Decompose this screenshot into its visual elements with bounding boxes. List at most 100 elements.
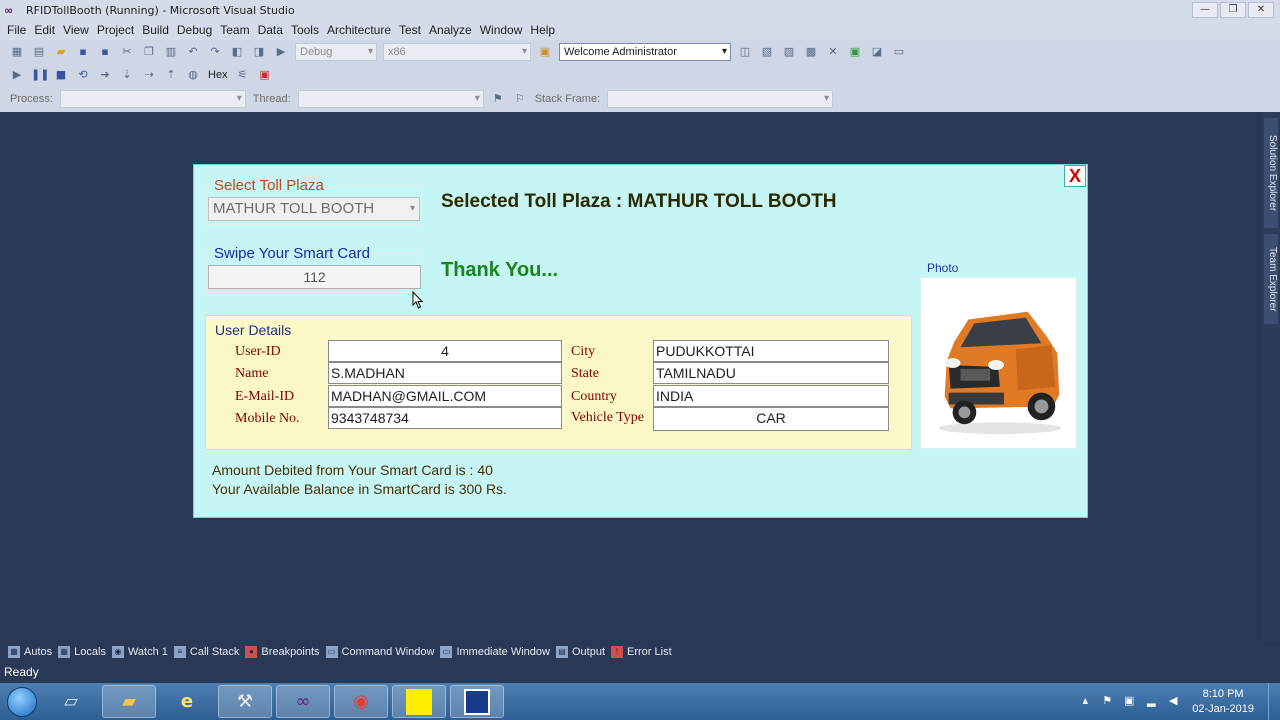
action-center-icon[interactable]: ⚑ [1099, 694, 1115, 710]
blue-app-icon [464, 688, 490, 715]
menu-window[interactable]: Window [479, 23, 530, 37]
taskbar-chrome-icon[interactable]: ◉ [334, 685, 388, 718]
output-icon[interactable]: ▣ [257, 67, 273, 83]
close-window-button[interactable]: ✕ [1248, 2, 1274, 18]
minimize-button[interactable]: — [1192, 2, 1218, 18]
menu-edit[interactable]: Edit [33, 23, 62, 37]
step-out-icon[interactable]: ⇡ [163, 67, 179, 83]
menu-tools[interactable]: Tools [290, 23, 326, 37]
toolbox-icon[interactable]: ▩ [803, 44, 819, 60]
team-icon[interactable]: ◪ [869, 44, 885, 60]
stop-icon[interactable]: ■ [53, 67, 69, 83]
hex-toggle[interactable]: Hex [208, 69, 228, 81]
new-project-icon[interactable]: ▦ [9, 44, 25, 60]
continue-icon[interactable]: ▶ [9, 67, 25, 83]
redo-icon[interactable]: ↷ [207, 44, 223, 60]
taskbar-visual-studio-icon[interactable]: ∞ [276, 685, 330, 718]
window-icon[interactable]: ▭ [891, 44, 907, 60]
menu-debug[interactable]: Debug [176, 23, 219, 37]
smart-card-input[interactable]: 112 [208, 265, 421, 289]
volume-icon[interactable]: ◀ [1165, 694, 1181, 710]
tab-breakpoints[interactable]: ● Breakpoints [245, 646, 320, 658]
menu-view[interactable]: View [62, 23, 96, 37]
close-icon[interactable]: X [1064, 165, 1086, 187]
restore-button[interactable]: ❐ [1220, 2, 1246, 18]
extension-icon[interactable]: ▣ [847, 44, 863, 60]
navigate-forward-icon[interactable]: ◨ [251, 44, 267, 60]
menu-analyze[interactable]: Analyze [428, 23, 479, 37]
taskbar-tool-icon[interactable]: ⚒ [218, 685, 272, 718]
tab-error-list[interactable]: ! Error List [611, 646, 672, 658]
save-all-icon[interactable]: ▪ [97, 44, 113, 60]
menu-architecture[interactable]: Architecture [326, 23, 398, 37]
call-stack-icon: ≡ [173, 646, 186, 658]
menu-team[interactable]: Team [219, 23, 256, 37]
menu-help[interactable]: Help [529, 23, 562, 37]
process-dropdown[interactable] [59, 90, 246, 108]
taskbar-ie-icon[interactable]: e [160, 685, 214, 718]
navigate-back-icon[interactable]: ◧ [229, 44, 245, 60]
menu-test[interactable]: Test [398, 23, 428, 37]
vs-infinity-icon: ∞ [4, 3, 14, 17]
menu-file[interactable]: File [6, 23, 33, 37]
pause-icon[interactable]: ❚❚ [31, 67, 49, 83]
tab-locals[interactable]: ▦ Locals [58, 646, 106, 658]
user-dropdown[interactable]: Welcome Administrator [559, 43, 731, 61]
paste-icon[interactable]: ▥ [163, 44, 179, 60]
taskbar-folder-icon[interactable]: ▰ [102, 685, 156, 718]
stack-frame-dropdown[interactable] [607, 90, 834, 108]
undo-icon[interactable]: ↶ [185, 44, 201, 60]
tab-command-window[interactable]: ▭ Command Window [325, 646, 434, 658]
selected-toll-title: Selected Toll Plaza : MATHUR TOLL BOOTH [441, 191, 837, 212]
tab-call-stack[interactable]: ≡ Call Stack [173, 646, 239, 658]
vehicle-type-label: Vehicle Type [571, 410, 645, 425]
amount-debited-text: Amount Debited from Your Smart Card is :… [212, 462, 493, 478]
device-icon[interactable]: ▣ [1121, 694, 1137, 710]
taskbar-explorer-icon[interactable]: ▱ [44, 685, 98, 718]
output-icon: ▤ [555, 646, 568, 658]
tools-icon[interactable]: ✕ [825, 44, 841, 60]
tab-immediate-window[interactable]: ▭ Immediate Window [440, 646, 550, 658]
show-next-statement-icon[interactable]: ➜ [97, 67, 113, 83]
window-title: RFIDTollBooth (Running) - Microsoft Visu… [26, 3, 295, 17]
tab-autos[interactable]: ▦ Autos [8, 646, 52, 658]
transaction-summary: Amount Debited from Your Smart Card is :… [212, 461, 507, 499]
toll-plaza-select[interactable]: MATHUR TOLL BOOTH ▾ [208, 197, 420, 221]
solution-explorer-icon[interactable]: ◫ [737, 44, 753, 60]
show-hidden-icons-icon[interactable]: ▴ [1077, 694, 1093, 710]
solution-config-dropdown[interactable]: Debug [295, 43, 377, 61]
start-button[interactable] [0, 683, 44, 720]
breakpoint-icon[interactable]: ◍ [185, 67, 201, 83]
flag-all-icon[interactable]: ⚐ [512, 91, 528, 107]
step-over-icon[interactable]: ⇢ [141, 67, 157, 83]
step-into-icon[interactable]: ⇣ [119, 67, 135, 83]
clock[interactable]: 8:10 PM 02-Jan-2019 [1192, 687, 1254, 717]
save-icon[interactable]: ▪ [75, 44, 91, 60]
menu-project[interactable]: Project [96, 23, 141, 37]
threads-icon[interactable]: ⚟ [235, 67, 251, 83]
taskbar-sticky-notes-icon[interactable] [392, 685, 446, 718]
thread-dropdown[interactable] [297, 90, 484, 108]
solution-explorer-tab[interactable]: Solution Explorer [1264, 118, 1278, 228]
copy-icon[interactable]: ❐ [141, 44, 157, 60]
show-desktop-button[interactable] [1268, 683, 1280, 720]
tab-output[interactable]: ▤ Output [555, 646, 605, 658]
flag-icon[interactable]: ⚑ [490, 91, 506, 107]
network-icon[interactable]: ▂ [1143, 694, 1159, 710]
toll-plaza-value: MATHUR TOLL BOOTH [213, 200, 375, 217]
add-item-icon[interactable]: ▤ [31, 44, 47, 60]
open-icon[interactable]: ▰ [53, 44, 69, 60]
find-icon[interactable]: ▣ [537, 44, 553, 60]
menu-build[interactable]: Build [141, 23, 176, 37]
team-explorer-tab[interactable]: Team Explorer [1264, 234, 1278, 324]
restart-icon[interactable]: ⟲ [75, 67, 91, 83]
object-browser-icon[interactable]: ▨ [781, 44, 797, 60]
platform-dropdown[interactable]: x86 [383, 43, 531, 61]
menu-data[interactable]: Data [257, 23, 290, 37]
tab-watch-1[interactable]: ◉ Watch 1 [111, 646, 168, 658]
properties-icon[interactable]: ▧ [759, 44, 775, 60]
start-icon[interactable]: ▶ [273, 44, 289, 60]
cut-icon[interactable]: ✂ [119, 44, 135, 60]
taskbar-app-icon[interactable] [450, 685, 504, 718]
userid-field: 4 [328, 340, 562, 362]
